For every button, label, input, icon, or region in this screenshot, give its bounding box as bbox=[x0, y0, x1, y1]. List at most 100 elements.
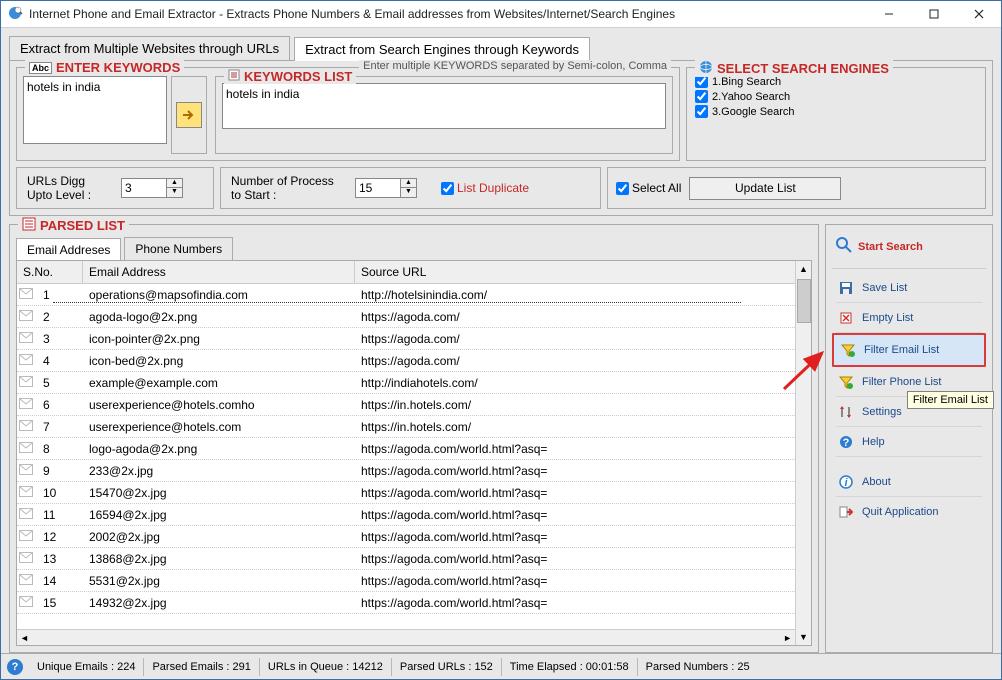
save-list-button[interactable]: Save List bbox=[832, 273, 986, 303]
table-row[interactable]: 122002@2x.jpghttps://agoda.com/world.htm… bbox=[17, 526, 811, 548]
tooltip: Filter Email List bbox=[907, 391, 994, 409]
process-input[interactable] bbox=[355, 178, 401, 198]
side-panel: Start Search Save List Empty List Filter… bbox=[825, 224, 993, 653]
table-row[interactable]: 1116594@2x.jpghttps://agoda.com/world.ht… bbox=[17, 504, 811, 526]
list-icon bbox=[228, 69, 240, 84]
table-row[interactable]: 1operations@mapsofindia.comhttp://hotels… bbox=[17, 284, 811, 306]
tab-email-addresses[interactable]: Email Addreses bbox=[16, 238, 121, 261]
table-row[interactable]: 3icon-pointer@2x.pnghttps://agoda.com/ bbox=[17, 328, 811, 350]
about-icon: i bbox=[838, 475, 854, 489]
envelope-icon bbox=[19, 288, 35, 302]
col-sno[interactable]: S.No. bbox=[17, 261, 83, 283]
digg-level-input[interactable] bbox=[121, 178, 167, 198]
tab-extract-urls[interactable]: Extract from Multiple Websites through U… bbox=[9, 36, 290, 60]
filter-icon bbox=[838, 375, 854, 389]
maximize-button[interactable] bbox=[911, 1, 956, 28]
filter-phone-button[interactable]: Filter Phone List Filter Email List bbox=[832, 367, 986, 397]
tab-phone-numbers[interactable]: Phone Numbers bbox=[124, 237, 233, 260]
digg-level-spinner[interactable]: ▲▼ bbox=[121, 178, 183, 198]
col-email[interactable]: Email Address bbox=[83, 261, 355, 283]
spin-up[interactable]: ▲ bbox=[401, 179, 416, 188]
col-source[interactable]: Source URL bbox=[355, 261, 811, 283]
status-unique-emails: Unique Emails : 224 bbox=[29, 658, 144, 676]
spin-up[interactable]: ▲ bbox=[167, 179, 182, 188]
tab-page-keywords: Abc ENTER KEYWORDS Enter multiple KEYWOR… bbox=[9, 60, 993, 216]
envelope-icon bbox=[19, 530, 35, 544]
process-box: Number of Process to Start : ▲▼ List Dup… bbox=[220, 167, 601, 209]
table-row[interactable]: 9233@2x.jpghttps://agoda.com/world.html?… bbox=[17, 460, 811, 482]
process-spinner[interactable]: ▲▼ bbox=[355, 178, 417, 198]
app-window: Internet Phone and Email Extractor - Ext… bbox=[0, 0, 1002, 680]
envelope-icon bbox=[19, 398, 35, 412]
results-grid: S.No. Email Address Source URL 1operatio… bbox=[16, 260, 812, 646]
filter-icon bbox=[840, 343, 856, 357]
enter-keywords-legend: Abc ENTER KEYWORDS bbox=[25, 60, 184, 75]
table-row[interactable]: 7userexperience@hotels.comhttps://in.hot… bbox=[17, 416, 811, 438]
spin-down[interactable]: ▼ bbox=[401, 188, 416, 197]
envelope-icon bbox=[19, 376, 35, 390]
status-parsed-numbers: Parsed Numbers : 25 bbox=[638, 658, 758, 676]
quit-icon bbox=[838, 505, 854, 519]
tab-extract-keywords[interactable]: Extract from Search Engines through Keyw… bbox=[294, 37, 590, 61]
digg-level-box: URLs Digg Upto Level : ▲▼ bbox=[16, 167, 214, 209]
vertical-scrollbar[interactable]: ▲▼ bbox=[795, 261, 811, 645]
envelope-icon bbox=[19, 486, 35, 500]
app-icon bbox=[7, 5, 23, 24]
titlebar: Internet Phone and Email Extractor - Ext… bbox=[1, 1, 1001, 28]
table-row[interactable]: 2agoda-logo@2x.pnghttps://agoda.com/ bbox=[17, 306, 811, 328]
close-button[interactable] bbox=[956, 1, 1001, 28]
search-icon bbox=[836, 237, 852, 256]
quit-button[interactable]: Quit Application bbox=[832, 497, 986, 527]
envelope-icon bbox=[19, 332, 35, 346]
keywords-list[interactable]: hotels in india bbox=[222, 83, 666, 129]
minimize-button[interactable] bbox=[866, 1, 911, 28]
select-all-check[interactable]: Select All bbox=[616, 181, 681, 195]
update-list-button[interactable]: Update List bbox=[689, 177, 841, 200]
spin-down[interactable]: ▼ bbox=[167, 188, 182, 197]
table-row[interactable]: 1514932@2x.jpghttps://agoda.com/world.ht… bbox=[17, 592, 811, 614]
keywords-input[interactable]: hotels in india bbox=[23, 76, 167, 144]
window-title: Internet Phone and Email Extractor - Ext… bbox=[29, 7, 866, 21]
svg-text:?: ? bbox=[843, 437, 850, 449]
globe-icon bbox=[699, 60, 713, 77]
table-row[interactable]: 8logo-agoda@2x.pnghttps://agoda.com/worl… bbox=[17, 438, 811, 460]
start-search-button[interactable]: Start Search bbox=[832, 231, 986, 268]
search-engine-item[interactable]: 3.Google Search bbox=[693, 104, 979, 119]
parsed-list-panel: PARSED LIST Email Addreses Phone Numbers… bbox=[9, 224, 819, 653]
status-urls-queue: URLs in Queue : 14212 bbox=[260, 658, 392, 676]
table-row[interactable]: 6userexperience@hotels.comhohttps://in.h… bbox=[17, 394, 811, 416]
select-all-box: Select All Update List bbox=[607, 167, 986, 209]
keywords-hint: Enter multiple KEYWORDS separated by Sem… bbox=[359, 60, 671, 72]
status-parsed-urls: Parsed URLs : 152 bbox=[392, 658, 502, 676]
horizontal-scrollbar[interactable]: ◄► bbox=[17, 629, 795, 645]
help-button[interactable]: ? Help bbox=[832, 427, 986, 457]
enter-keywords-panel: Abc ENTER KEYWORDS Enter multiple KEYWOR… bbox=[16, 67, 680, 161]
table-row[interactable]: 5example@example.comhttp://indiahotels.c… bbox=[17, 372, 811, 394]
envelope-icon bbox=[19, 442, 35, 456]
content-area: Extract from Multiple Websites through U… bbox=[1, 28, 1001, 653]
table-row[interactable]: 145531@2x.jpghttps://agoda.com/world.htm… bbox=[17, 570, 811, 592]
search-engine-item[interactable]: 2.Yahoo Search bbox=[693, 89, 979, 104]
save-icon bbox=[838, 281, 854, 295]
main-tabs: Extract from Multiple Websites through U… bbox=[9, 36, 993, 60]
about-button[interactable]: i About bbox=[832, 467, 986, 497]
table-row[interactable]: 4icon-bed@2x.pnghttps://agoda.com/ bbox=[17, 350, 811, 372]
grid-header: S.No. Email Address Source URL bbox=[17, 261, 811, 284]
status-bar: ? Unique Emails : 224 Parsed Emails : 29… bbox=[1, 653, 1001, 679]
list-icon bbox=[22, 217, 36, 234]
envelope-icon bbox=[19, 464, 35, 478]
status-parsed-emails: Parsed Emails : 291 bbox=[144, 658, 259, 676]
empty-list-button[interactable]: Empty List bbox=[832, 303, 986, 333]
list-duplicate-check[interactable]: List Duplicate bbox=[441, 181, 529, 195]
envelope-icon bbox=[19, 354, 35, 368]
help-icon: ? bbox=[838, 435, 854, 449]
status-help-icon[interactable]: ? bbox=[7, 659, 23, 675]
add-keyword-button[interactable] bbox=[176, 102, 202, 128]
table-row[interactable]: 1015470@2x.jpghttps://agoda.com/world.ht… bbox=[17, 482, 811, 504]
filter-email-button[interactable]: Filter Email List bbox=[832, 333, 986, 367]
table-row[interactable]: 1313868@2x.jpghttps://agoda.com/world.ht… bbox=[17, 548, 811, 570]
envelope-icon bbox=[19, 310, 35, 324]
settings-icon bbox=[838, 405, 854, 419]
window-buttons bbox=[866, 1, 1001, 28]
envelope-icon bbox=[19, 508, 35, 522]
